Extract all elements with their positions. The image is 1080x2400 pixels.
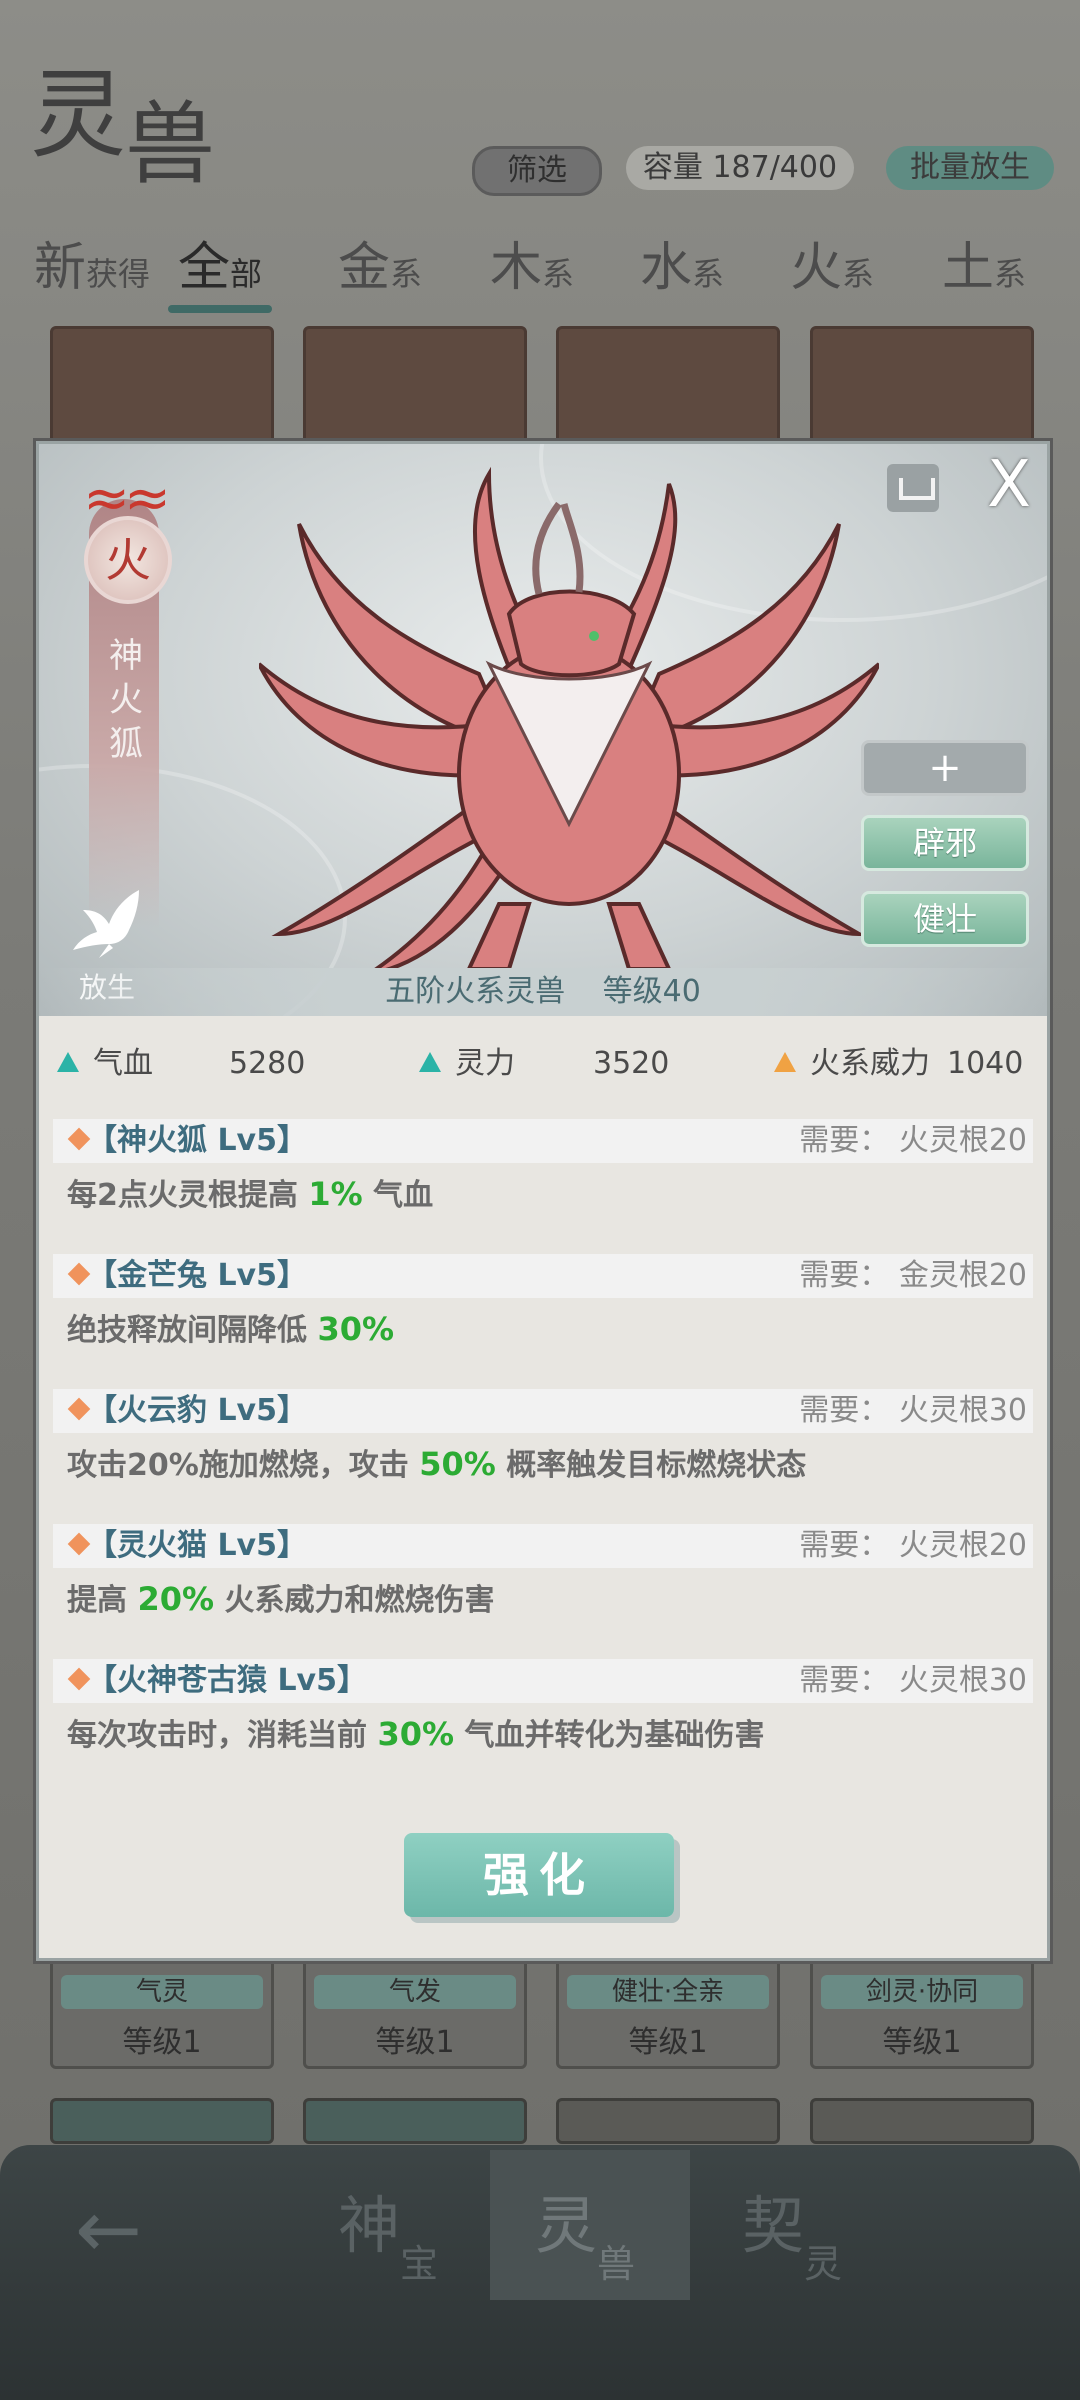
stats-row: 气血 5280 灵力 3520 火系威力 1040	[39, 1034, 1047, 1094]
card-level: 等级1	[882, 2025, 962, 2060]
beast-card[interactable]: 健壮·全亲 等级1	[556, 1958, 780, 2069]
card-level: 等级1	[122, 2025, 202, 2060]
add-trait-button[interactable]: +	[861, 740, 1029, 796]
skill-description: 提高 20% 火系威力和燃烧伤害	[67, 1580, 495, 1618]
skill-requirement: 需要： 火灵根20	[799, 1528, 1027, 1563]
skill-name: 【灵火猫 Lv5】	[87, 1528, 307, 1563]
skill-description: 每2点火灵根提高 1% 气血	[67, 1175, 434, 1213]
stat-hp-value: 5280	[229, 1046, 306, 1081]
stat-label: 气血	[93, 1046, 153, 1081]
beast-name: 神火狐	[109, 636, 143, 764]
tab-fire[interactable]: 火系	[790, 225, 874, 305]
beast-card[interactable]	[303, 2098, 527, 2144]
skill-header: 【灵火猫 Lv5】 需要： 火灵根20	[53, 1524, 1033, 1568]
beast-card[interactable]: 气灵 等级1	[50, 1958, 274, 2069]
stat-spirit: 灵力	[419, 1034, 515, 1094]
tab-earth[interactable]: 土系	[942, 225, 1026, 305]
nav-spirit-beast[interactable]: 灵兽	[535, 2175, 635, 2295]
enhance-button[interactable]: 强化	[404, 1833, 674, 1917]
skill-name: 【金芒兔 Lv5】	[87, 1258, 307, 1293]
skill-header: 【金芒兔 Lv5】 需要： 金灵根20	[53, 1254, 1033, 1298]
stat-up-icon	[774, 1051, 796, 1072]
beast-card[interactable]: 剑灵·协同 等级1	[810, 1958, 1034, 2069]
skill-requirement: 需要： 火灵根30	[799, 1393, 1027, 1428]
beast-level: 等级40	[602, 974, 701, 1009]
tab-new[interactable]: 新获得	[34, 225, 150, 305]
card-level: 等级1	[375, 2025, 455, 2060]
tab-metal[interactable]: 金系	[338, 225, 422, 305]
skill-name: 【神火狐 Lv5】	[87, 1123, 307, 1158]
nav-treasure[interactable]: 神宝	[338, 2175, 438, 2295]
beast-rank-bar: 五阶火系灵兽 等级40	[39, 968, 1047, 1016]
skill-description: 每次攻击时，消耗当前 30% 气血并转化为基础伤害	[67, 1715, 765, 1753]
card-label: 剑灵·协同	[821, 1975, 1023, 2009]
stat-up-icon	[419, 1051, 441, 1072]
skill-header: 【火神苍古猿 Lv5】 需要： 火灵根30	[53, 1659, 1033, 1703]
filter-button[interactable]: 筛选	[472, 146, 602, 196]
skill-name: 【火云豹 Lv5】	[87, 1393, 307, 1428]
card-label: 气灵	[61, 1975, 263, 2009]
card-label: 气发	[314, 1975, 516, 2009]
beast-card[interactable]	[556, 2098, 780, 2144]
spirit-beast-logo: 灵 兽	[30, 40, 220, 197]
bookmark-icon[interactable]	[887, 464, 939, 512]
beast-portrait-panel: ≈≈ 火 神火狐 放生 X	[39, 444, 1047, 1016]
dove-icon	[73, 890, 139, 958]
card-label: 健壮·全亲	[567, 1975, 769, 2009]
tab-all[interactable]: 全部	[167, 225, 273, 313]
skill-requirement: 需要： 金灵根20	[799, 1258, 1027, 1293]
skill-header: 【神火狐 Lv5】 需要： 火灵根20	[53, 1119, 1033, 1163]
skill-highlight: 30%	[377, 1715, 455, 1753]
beast-card[interactable]	[50, 326, 274, 452]
beast-card[interactable]: 气发 等级1	[303, 1958, 527, 2069]
beast-detail-modal: ≈≈ 火 神火狐 放生 X	[36, 441, 1050, 1961]
stat-fire-power-value: 1040	[947, 1046, 1024, 1081]
stat-fire-power: 火系威力	[774, 1034, 930, 1094]
beast-card[interactable]	[303, 326, 527, 452]
logo-char-1: 灵	[30, 59, 126, 171]
beast-card[interactable]	[810, 326, 1034, 452]
stat-hp: 气血	[57, 1034, 153, 1094]
stat-label: 火系威力	[810, 1046, 930, 1081]
element-tabs: 新获得 全部 金系 木系 水系 火系 土系	[0, 225, 1080, 313]
skill-requirement: 需要： 火灵根30	[799, 1663, 1027, 1698]
stat-up-icon	[57, 1051, 79, 1072]
nav-contract[interactable]: 契灵	[742, 2175, 842, 2295]
skill-highlight: 30%	[317, 1310, 395, 1348]
stat-label: 灵力	[455, 1046, 515, 1081]
skill-name: 【火神苍古猿 Lv5】	[87, 1663, 367, 1698]
skill-highlight: 1%	[308, 1175, 363, 1213]
beast-card[interactable]	[810, 2098, 1034, 2144]
batch-release-button[interactable]: 批量放生	[886, 146, 1054, 190]
trait-button-exorcise[interactable]: 辟邪	[861, 815, 1029, 871]
skill-requirement: 需要： 火灵根20	[799, 1123, 1027, 1158]
stat-spirit-value: 3520	[593, 1046, 670, 1081]
tab-water[interactable]: 水系	[640, 225, 724, 305]
close-icon[interactable]: X	[979, 453, 1039, 517]
skill-highlight: 20%	[137, 1580, 215, 1618]
skill-header: 【火云豹 Lv5】 需要： 火灵根30	[53, 1389, 1033, 1433]
nine-tailed-fox-illustration	[259, 466, 879, 976]
skill-description: 绝技释放间隔降低 30%	[67, 1310, 395, 1348]
card-level: 等级1	[628, 2025, 708, 2060]
logo-char-2: 兽	[125, 92, 215, 197]
skill-highlight: 50%	[419, 1445, 496, 1483]
capacity-display: 容量 187/400	[626, 146, 854, 190]
back-arrow-icon[interactable]: ←	[75, 2190, 175, 2270]
fire-element-icon: 火	[84, 516, 172, 604]
trait-button-sturdy[interactable]: 健壮	[861, 891, 1029, 947]
beast-card[interactable]	[556, 326, 780, 452]
tab-wood[interactable]: 木系	[490, 225, 574, 305]
beast-rank: 五阶火系灵兽	[385, 974, 566, 1009]
beast-card[interactable]	[50, 2098, 274, 2144]
skill-description: 攻击20%施加燃烧，攻击 50% 概率触发目标燃烧状态	[67, 1445, 807, 1483]
